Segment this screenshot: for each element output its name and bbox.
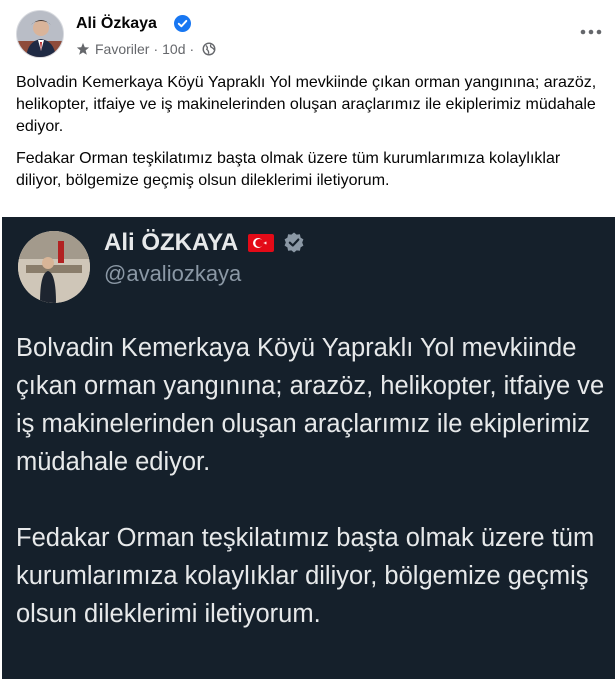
globe-icon bbox=[202, 42, 216, 56]
tweet-paragraph: Bolvadin Kemerkaya Köyü Yapraklı Yol mev… bbox=[16, 334, 605, 476]
tweet-avatar bbox=[18, 231, 90, 303]
turkey-flag-icon bbox=[248, 234, 275, 252]
author-avatar[interactable] bbox=[16, 10, 64, 58]
author-name[interactable]: Ali Özkaya bbox=[76, 15, 157, 33]
post-paragraph: Fedakar Orman teşkilatımız başta olmak ü… bbox=[16, 150, 561, 189]
audience-label[interactable]: Favoriler bbox=[95, 41, 149, 57]
tweet-paragraph: Fedakar Orman teşkilatımız başta olmak ü… bbox=[16, 524, 595, 628]
verified-badge-icon bbox=[174, 15, 191, 32]
post-timestamp[interactable]: 10d bbox=[162, 41, 185, 57]
post-paragraph: Bolvadin Kemerkaya Köyü Yapraklı Yol mev… bbox=[16, 74, 597, 135]
tweet-text: Bolvadin Kemerkaya Köyü Yapraklı Yol mev… bbox=[16, 329, 606, 671]
tweet-name-row: Ali ÖZKAYA bbox=[104, 227, 306, 259]
post-meta: Favoriler · 10d · bbox=[76, 40, 216, 58]
tweet-handle: @avaliozkaya bbox=[104, 261, 242, 286]
tweet-screenshot[interactable]: Ali ÖZKAYA @avaliozkaya Bolvadin Kemerka… bbox=[0, 217, 615, 679]
meta-separator: · bbox=[189, 41, 195, 57]
verified-badge-icon bbox=[282, 231, 306, 255]
star-icon bbox=[76, 42, 90, 56]
more-options-button[interactable] bbox=[577, 22, 605, 42]
post-header: Ali Özkaya Favoriler · 10d · bbox=[16, 10, 602, 62]
facebook-post: Ali Özkaya Favoriler · 10d · Bolvadin Ke… bbox=[0, 0, 615, 679]
tweet-author-name: Ali ÖZKAYA bbox=[104, 229, 239, 256]
post-text: Bolvadin Kemerkaya Köyü Yapraklı Yol mev… bbox=[16, 72, 599, 202]
meta-separator: · bbox=[153, 41, 159, 57]
more-options-icon bbox=[580, 29, 602, 35]
